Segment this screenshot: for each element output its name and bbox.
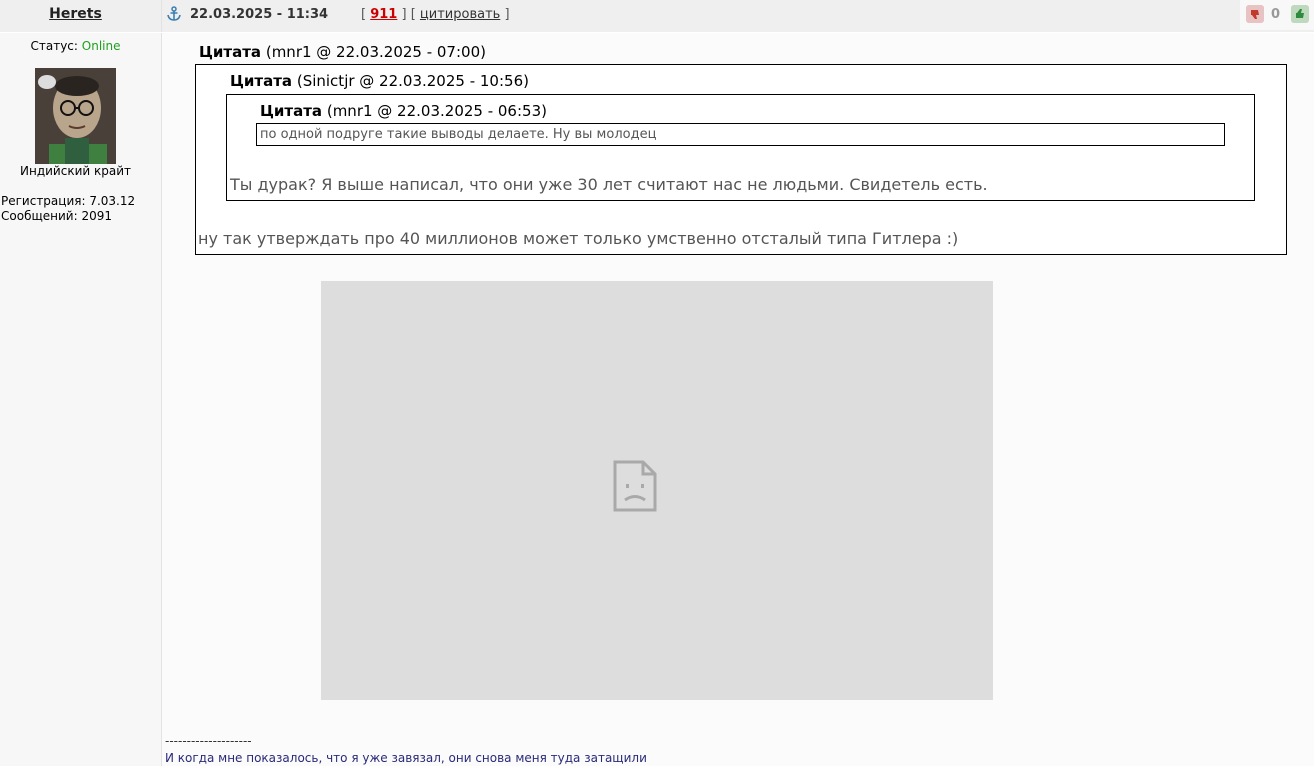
quote-outer-header: Цитата (mnr1 @ 22.03.2025 - 07:00)	[199, 43, 486, 61]
thumb-up-icon[interactable]	[1291, 5, 1309, 23]
message-count: Сообщений: 2091	[1, 209, 112, 223]
post-links: [ 911 ] [ цитировать ]	[361, 7, 510, 22]
signature-separator: --------------------	[165, 734, 252, 748]
bracket-close: ]	[504, 7, 510, 22]
quote-inner-header: Цитата (mnr1 @ 22.03.2025 - 06:53)	[260, 102, 547, 120]
quote-post-link[interactable]: цитировать	[420, 7, 500, 22]
avatar	[35, 68, 116, 164]
quote-outer-meta: (mnr1 @ 22.03.2025 - 07:00)	[265, 43, 486, 61]
quote-middle-meta: (Sinictjr @ 22.03.2025 - 10:56)	[296, 72, 529, 90]
quote-outer-label: Цитата	[199, 43, 262, 61]
author-sidebar: Статус: Online Индийский крайт Регистрац…	[0, 33, 162, 766]
registration-date: Регистрация: 7.03.12	[1, 194, 136, 208]
quote-outer-text: ну так утверждать про 40 миллионов может…	[198, 229, 959, 248]
post-number-link[interactable]: 911	[370, 7, 397, 22]
embedded-image-placeholder[interactable]	[321, 281, 993, 700]
quote-inner-label: Цитата	[260, 102, 323, 120]
author-rank: Индийский крайт	[20, 164, 131, 178]
broken-image-icon	[613, 460, 657, 512]
post-header	[162, 0, 1314, 32]
status-value: Online	[81, 39, 121, 53]
signature-text: И когда мне показалось, что я уже завяза…	[165, 751, 647, 765]
quote-middle-text: Ты дурак? Я выше написал, что они уже 30…	[230, 175, 988, 194]
rating-count: 0	[1271, 7, 1281, 22]
quote-middle-header: Цитата (Sinictjr @ 22.03.2025 - 10:56)	[230, 72, 529, 90]
author-stats: Регистрация: 7.03.12 Сообщений: 2091	[1, 194, 135, 224]
quote-middle-label: Цитата	[230, 72, 293, 90]
author-username-link[interactable]: Herets	[0, 6, 151, 22]
status-label: Статус:	[30, 39, 78, 53]
bracket-open: [	[361, 7, 367, 22]
bracket-mid: ] [	[401, 7, 416, 22]
thumb-down-icon[interactable]	[1246, 5, 1264, 23]
anchor-icon[interactable]	[166, 6, 182, 22]
post-datetime: 22.03.2025 - 11:34	[190, 7, 329, 22]
quote-inner-text: по одной подруге такие выводы делаете. Н…	[260, 127, 657, 142]
author-status: Статус: Online	[0, 39, 151, 53]
avatar-image	[35, 68, 116, 164]
quote-inner-meta: (mnr1 @ 22.03.2025 - 06:53)	[326, 102, 547, 120]
